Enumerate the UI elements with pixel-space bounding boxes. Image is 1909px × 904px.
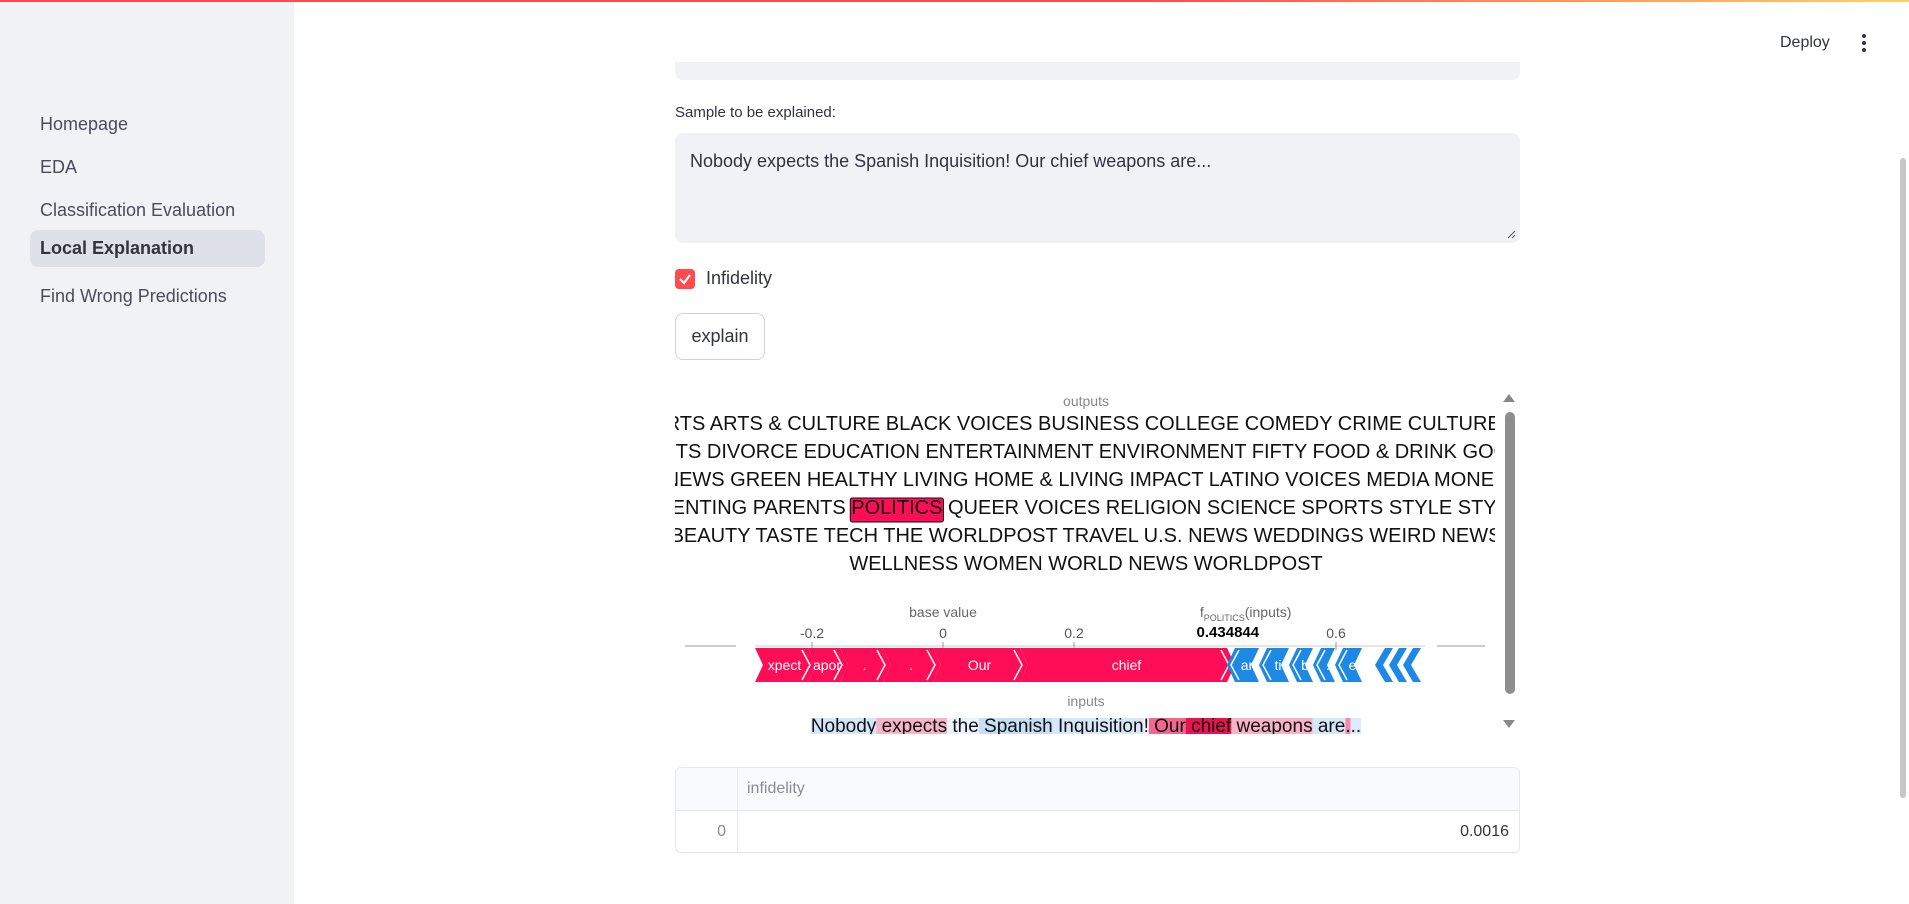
sidebar-item-local-explanation[interactable]: Local Explanation — [30, 230, 265, 267]
negative-contribution-bar[interactable] — [1403, 648, 1421, 682]
sidebar-item-classification-evaluation[interactable]: Classification Evaluation — [30, 192, 265, 229]
scroll-up-icon[interactable] — [1503, 394, 1515, 402]
negative-segment-label: . — [1326, 657, 1330, 673]
input-token[interactable]: weapons — [1231, 716, 1312, 734]
infidelity-checkbox[interactable] — [675, 269, 695, 289]
resize-handle-icon[interactable] — [1506, 229, 1516, 239]
sidebar-item-eda[interactable]: EDA — [30, 149, 265, 186]
positive-segment-label: Our — [968, 657, 992, 673]
infidelity-checkbox-label[interactable]: Infidelity — [706, 268, 772, 289]
negative-segment-label: b — [1301, 657, 1309, 673]
positive-segment-label: . — [863, 657, 867, 673]
explain-button[interactable]: explain — [675, 313, 765, 360]
output-class-politics[interactable]: POLITICS — [851, 497, 942, 519]
scroll-down-icon[interactable] — [1503, 720, 1515, 728]
sidebar: Homepage EDA Classification Evaluation L… — [0, 2, 294, 904]
output-class-text[interactable]: ARTS ARTS & CULTURE BLACK VOICES BUSINES… — [675, 413, 1520, 435]
scroll-thumb[interactable] — [1505, 412, 1515, 694]
infidelity-table: infidelity 0 0.0016 — [675, 767, 1520, 853]
shap-explanation-frame: outputs ARTS ARTS & CULTURE BLACK VOICES … — [675, 386, 1520, 734]
negative-segment-label: e — [1349, 657, 1357, 673]
input-token[interactable]: .. — [1351, 716, 1362, 734]
sidebar-item-find-wrong-predictions[interactable]: Find Wrong Predictions — [30, 278, 265, 315]
output-class-text[interactable]: ARTS DIVORCE EDUCATION ENTERTAINMENT ENV… — [675, 441, 1520, 463]
column-header-infidelity[interactable]: infidelity — [747, 780, 805, 798]
axis-tick-label: 0 — [939, 625, 947, 641]
outputs-label: outputs — [1063, 393, 1109, 409]
checkmark-icon — [679, 274, 691, 285]
axis-tick-label: 0.2 — [1064, 625, 1084, 641]
positive-segment-label: . — [909, 657, 913, 673]
output-class-line: PARENTING PARENTS POLITICS QUEER VOICES … — [675, 497, 1495, 519]
positive-segment-label: xpect — [768, 657, 802, 673]
f-output-value: 0.434844 — [1197, 624, 1260, 641]
frame-scrollbar[interactable] — [1500, 388, 1518, 733]
input-token[interactable]: Spanish — [979, 716, 1053, 734]
positive-segment-label: chief — [1112, 657, 1142, 673]
deploy-button[interactable]: Deploy — [1780, 34, 1830, 52]
input-token[interactable]: Nobody — [811, 716, 877, 734]
f-output-label: fPOLITICS(inputs) — [1200, 604, 1292, 623]
positive-segment-label: apor — [813, 657, 841, 673]
sidebar-item-homepage[interactable]: Homepage — [30, 106, 265, 143]
table-header: infidelity — [676, 768, 1519, 811]
input-token[interactable]: the — [947, 716, 979, 734]
negative-segment-label: ar — [1241, 657, 1254, 673]
output-class-text[interactable]: WELLNESS WOMEN WORLD NEWS WORLDPOST — [849, 553, 1322, 575]
output-class-line: NEWS GREEN HEALTHY LIVING HOME & LIVING … — [675, 469, 1495, 491]
table-cell-infidelity[interactable]: 0.0016 — [1460, 823, 1509, 841]
page-scrollbar[interactable] — [1900, 158, 1906, 798]
output-class-line: ARTS ARTS & CULTURE BLACK VOICES BUSINES… — [675, 413, 1495, 435]
axis-tick-label: -0.2 — [800, 625, 824, 641]
output-class-text[interactable]: PARENTING PARENTS — [675, 497, 851, 519]
input-token[interactable]: Our — [1149, 716, 1187, 734]
axis-tick-label: 0.6 — [1326, 625, 1346, 641]
column-divider — [737, 768, 738, 852]
input-tokens-line: Nobody expects the Spanish Inquisition! … — [811, 716, 1361, 734]
sample-text: Nobody expects the Spanish Inquisition! … — [690, 151, 1212, 171]
output-class-text[interactable]: NEWS GREEN HEALTHY LIVING HOME & LIVING … — [675, 469, 1507, 491]
sample-textarea[interactable]: Nobody expects the Spanish Inquisition! … — [675, 133, 1520, 243]
base-value-label: base value — [909, 604, 977, 620]
previous-input-field[interactable] — [675, 62, 1520, 80]
table-row-index: 0 — [717, 823, 726, 840]
input-token[interactable]: expects — [876, 716, 947, 734]
input-token[interactable]: are — [1313, 716, 1346, 734]
input-token[interactable]: chief — [1186, 716, 1232, 734]
output-class-text[interactable]: BEAUTY TASTE TECH THE WORLDPOST TRAVEL U… — [675, 525, 1501, 547]
inputs-label: inputs — [1067, 693, 1104, 709]
shap-plot: outputs ARTS ARTS & CULTURE BLACK VOICES … — [675, 393, 1520, 734]
output-class-line: WELLNESS WOMEN WORLD NEWS WORLDPOST — [849, 553, 1322, 575]
negative-segment-label: ti — [1275, 657, 1282, 673]
output-class-line: ARTS DIVORCE EDUCATION ENTERTAINMENT ENV… — [675, 441, 1495, 463]
sample-label: Sample to be explained: — [675, 104, 836, 121]
more-options-icon[interactable] — [1857, 32, 1871, 54]
output-class-text[interactable]: QUEER VOICES RELIGION SCIENCE SPORTS STY… — [942, 497, 1520, 519]
input-token[interactable]: Inquisition — [1053, 716, 1144, 734]
output-class-line: BEAUTY TASTE TECH THE WORLDPOST TRAVEL U… — [675, 525, 1495, 547]
